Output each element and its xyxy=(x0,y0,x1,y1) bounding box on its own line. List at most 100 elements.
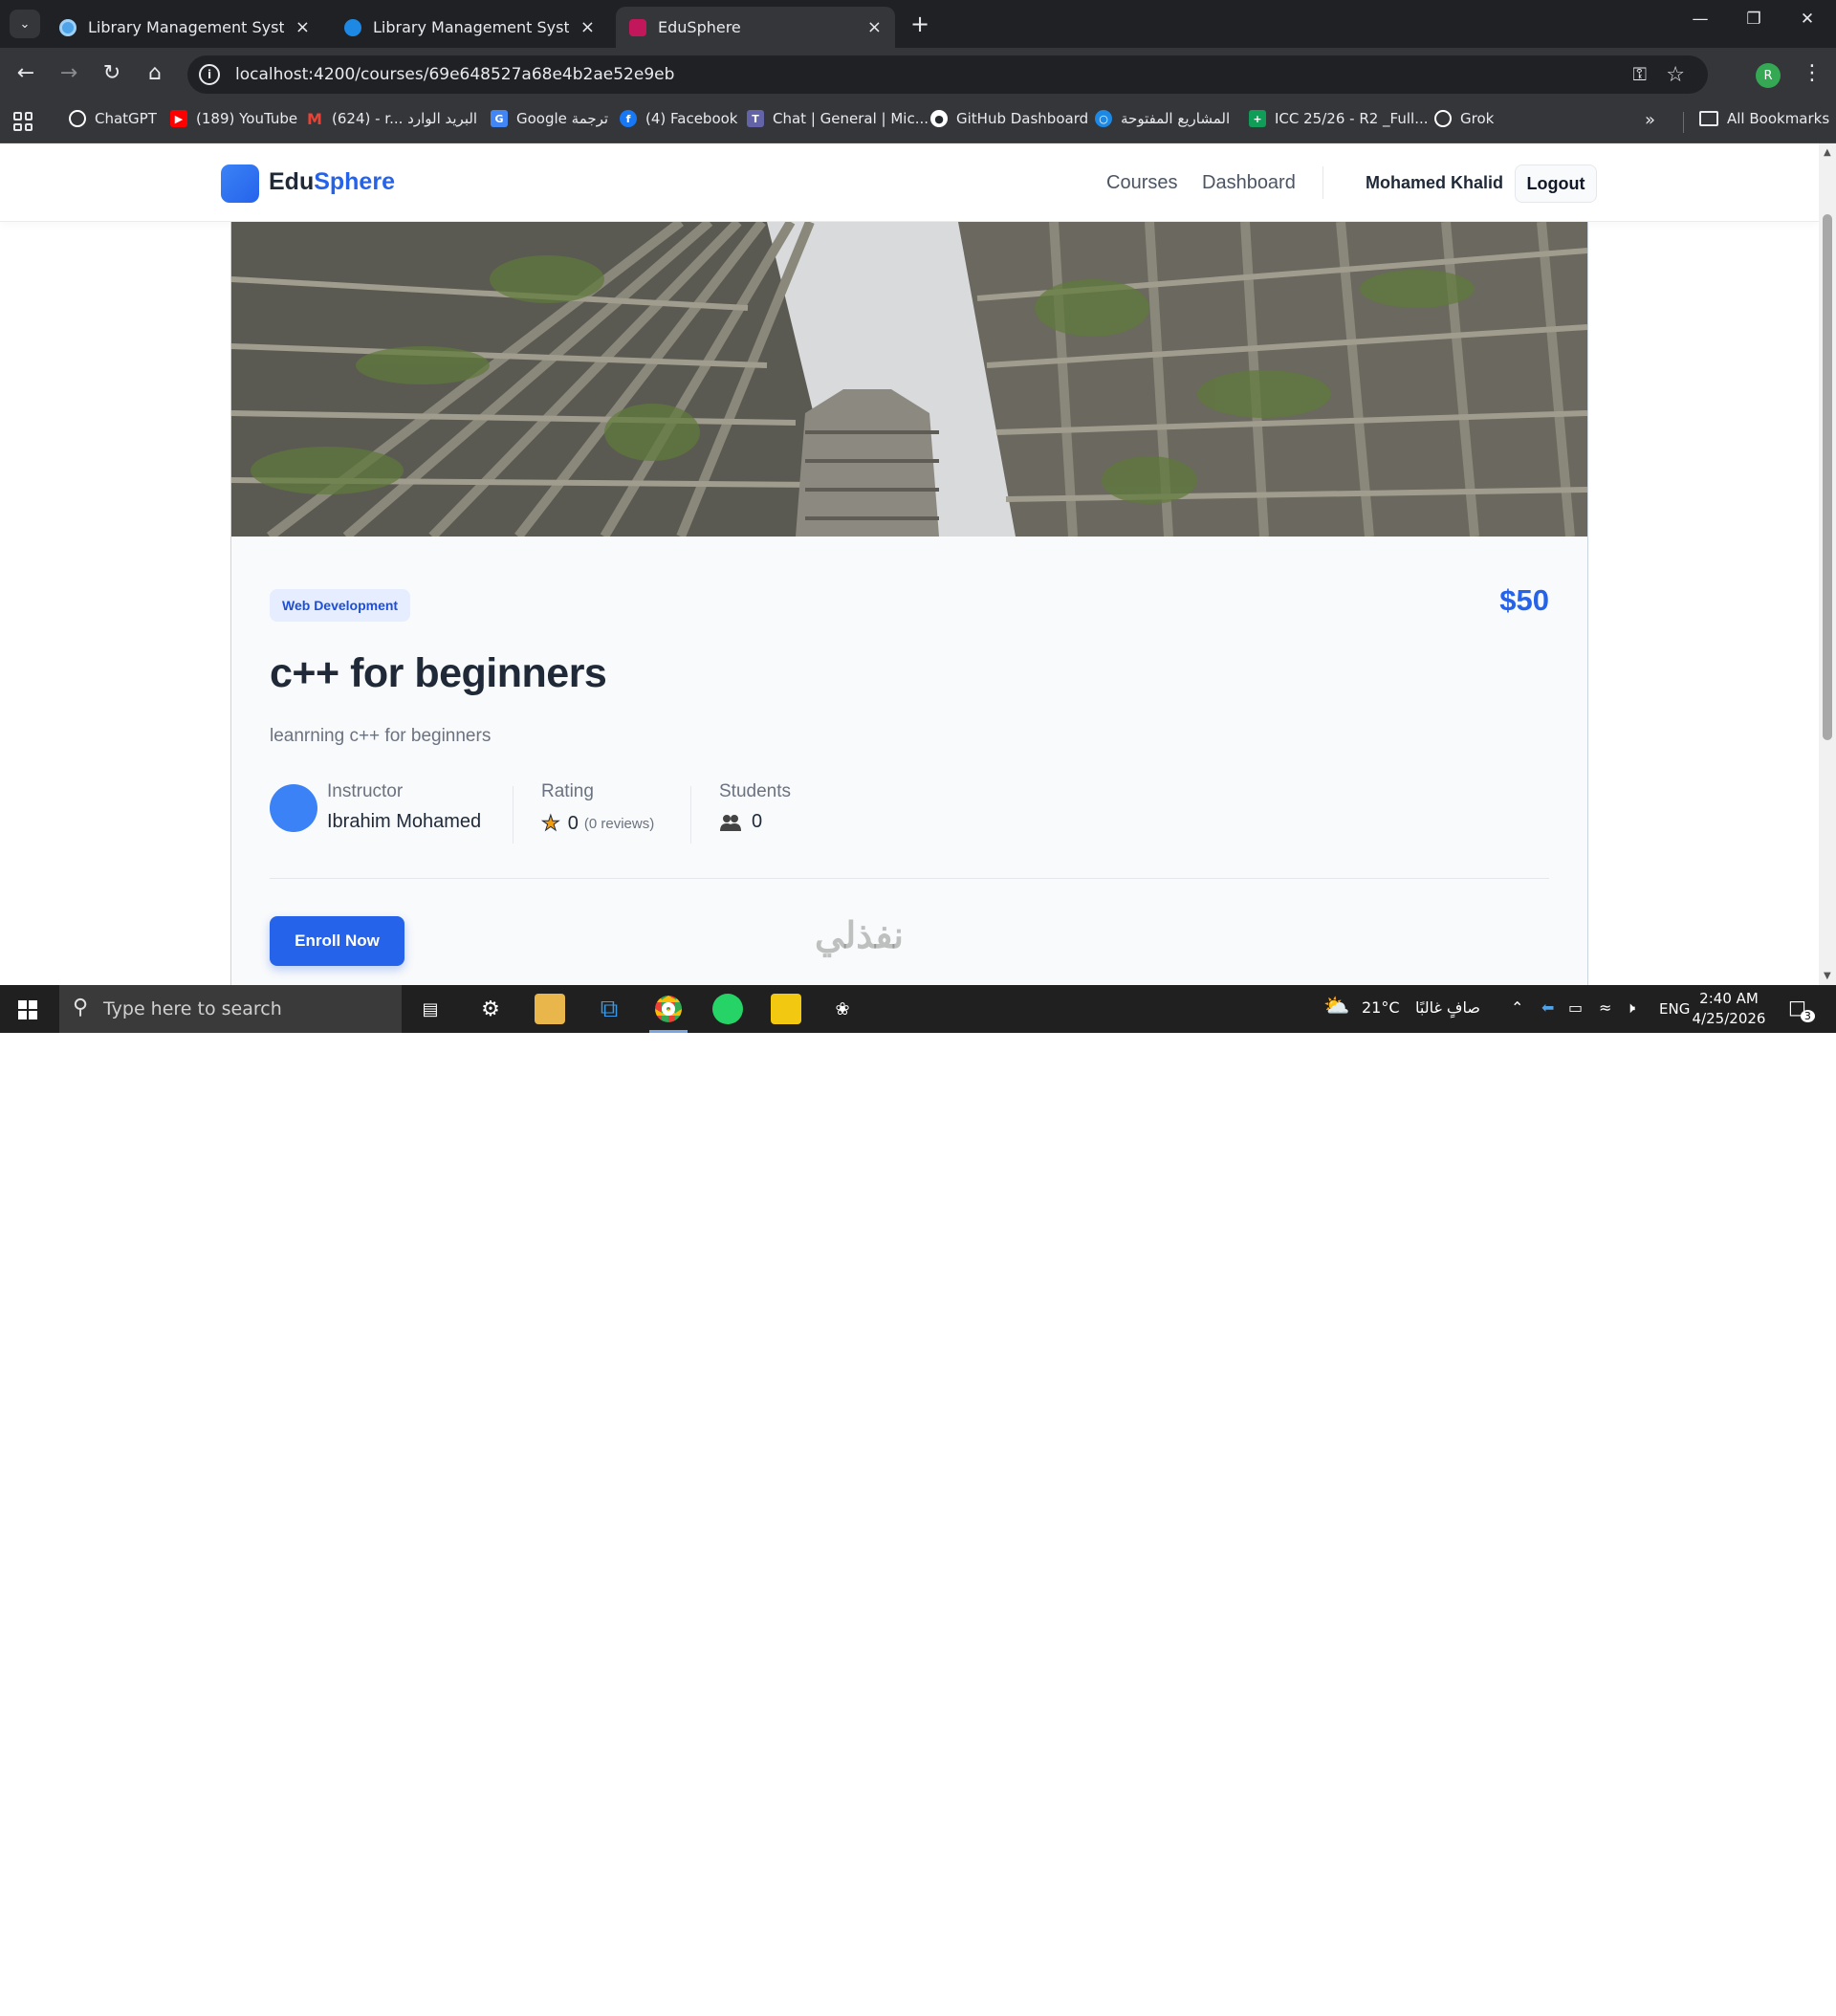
wifi-icon[interactable]: ≈ xyxy=(1599,998,1611,1017)
chatgpt-icon xyxy=(69,110,86,127)
bookmark-label: (624) - r... البريد الوارد xyxy=(332,110,478,127)
rating-row: ★ 0 (0 reviews) xyxy=(541,811,655,836)
bookmark-teams[interactable]: T Chat | General | Mic... xyxy=(747,110,929,127)
rating-info: Rating ★ 0 (0 reviews) xyxy=(541,781,685,848)
tab-library-2[interactable]: Library Management System | ... × xyxy=(331,7,608,48)
header-divider xyxy=(1322,166,1323,199)
course-title: c++ for beginners xyxy=(270,650,607,696)
bookmark-gmail[interactable]: M (624) - r... البريد الوارد xyxy=(306,110,478,128)
bookmark-label: ChatGPT xyxy=(95,110,157,127)
watermark-latin: nafezly.com xyxy=(824,1976,1019,2015)
scroll-down-icon[interactable]: ▼ xyxy=(1824,971,1831,981)
bookmark-projects[interactable]: ○ المشاريع المفتوحة xyxy=(1095,110,1230,127)
weather-icon[interactable]: ⛅ xyxy=(1323,995,1349,1019)
site-info-icon[interactable]: i xyxy=(199,64,220,85)
sheets-icon: + xyxy=(1249,110,1266,127)
rating-value: 0 xyxy=(567,812,579,834)
tab-edusphere[interactable]: EduSphere × xyxy=(616,7,895,48)
grok-icon xyxy=(1434,110,1452,127)
course-description: leanrning c++ for beginners xyxy=(270,726,492,746)
back-icon[interactable]: ← xyxy=(11,61,40,85)
students-info: Students 0 xyxy=(719,781,834,848)
taskbar-clock[interactable]: 2:40 AM 4/25/2026 xyxy=(1683,989,1775,1029)
tab-library-1[interactable]: Library Management System | ... × xyxy=(46,7,323,48)
taskbar-search[interactable]: ⚲ Type here to search xyxy=(59,985,402,1033)
settings-icon[interactable]: ⚙ xyxy=(475,994,506,1024)
google-translate-icon: G xyxy=(491,110,508,127)
all-bookmarks[interactable]: All Bookmarks xyxy=(1699,110,1829,127)
volume-icon[interactable]: 🕨 xyxy=(1626,998,1635,1018)
bookmarks-bar: ChatGPT ▶ (189) YouTube M (624) - r... الب… xyxy=(0,100,1836,143)
close-tab-icon[interactable]: × xyxy=(295,17,310,37)
apps-grid-icon[interactable] xyxy=(13,112,33,131)
scrollbar-thumb[interactable] xyxy=(1823,214,1832,740)
nav-courses[interactable]: Courses xyxy=(1106,172,1177,194)
weather-temp[interactable]: 21°C xyxy=(1362,998,1400,1017)
bookmark-label: Chat | General | Mic... xyxy=(773,110,929,127)
vscode-icon[interactable]: ⧉ xyxy=(594,994,624,1024)
close-tab-icon[interactable]: × xyxy=(867,17,882,37)
new-tab-button[interactable]: + xyxy=(908,10,931,38)
windows-start-icon[interactable] xyxy=(18,1000,37,1019)
enroll-now-button[interactable]: Enroll Now xyxy=(270,916,404,966)
battery-icon[interactable]: ▭ xyxy=(1568,998,1583,1017)
tab-title: EduSphere xyxy=(658,18,741,36)
brand-part-2: Sphere xyxy=(314,168,395,195)
home-icon[interactable]: ⌂ xyxy=(141,61,169,85)
browser-tab-strip: ⌄ Library Management System | ... × Libr… xyxy=(0,0,1836,48)
url-text[interactable]: localhost:4200/courses/69e648527a68e4b2a… xyxy=(235,65,674,84)
browser-menu-icon[interactable]: ⋮ xyxy=(1802,61,1823,85)
notifications-count: 3 xyxy=(1800,1010,1815,1022)
notifications-icon[interactable]: □3 xyxy=(1788,996,1821,1022)
reload-icon[interactable]: ↻ xyxy=(98,61,126,85)
paw-app-icon[interactable]: ❀ xyxy=(827,994,858,1024)
password-key-icon[interactable]: ⚿ xyxy=(1633,64,1647,85)
bookmark-translate[interactable]: G Google ترجمة xyxy=(491,110,608,127)
forward-icon[interactable]: → xyxy=(55,61,83,85)
facebook-icon: f xyxy=(620,110,637,127)
scroll-up-icon[interactable]: ▲ xyxy=(1824,147,1831,158)
close-tab-icon[interactable]: × xyxy=(580,17,595,37)
instructor-label: Instructor xyxy=(327,781,404,801)
whatsapp-icon[interactable] xyxy=(712,994,743,1024)
close-window-icon[interactable]: ✕ xyxy=(1788,10,1826,29)
bookmark-star-icon[interactable]: ☆ xyxy=(1666,63,1685,87)
profile-avatar[interactable]: R xyxy=(1756,63,1781,88)
bookmark-sheets[interactable]: + ICC 25/26 - R2 _Full... xyxy=(1249,110,1429,127)
tab-search-button[interactable]: ⌄ xyxy=(10,10,40,38)
more-bookmarks-icon[interactable]: » xyxy=(1645,110,1655,130)
show-hidden-icons[interactable]: ⌃ xyxy=(1511,998,1523,1017)
course-hero-image xyxy=(231,222,1587,537)
bookmark-label: Google ترجمة xyxy=(516,110,609,127)
brand-name[interactable]: EduSphere xyxy=(269,168,395,196)
clock-date: 4/25/2026 xyxy=(1692,1010,1766,1027)
bookmark-github[interactable]: ● GitHub Dashboard xyxy=(930,110,1088,127)
logo-icon[interactable] xyxy=(221,164,259,203)
bookmark-grok[interactable]: Grok xyxy=(1434,110,1494,127)
weather-text[interactable]: صافٍ غالبًا xyxy=(1415,998,1480,1017)
bookmark-label: (4) Facebook xyxy=(645,110,738,127)
students-value: 0 xyxy=(752,811,763,832)
category-badge: Web Development xyxy=(270,589,411,622)
address-bar[interactable]: i localhost:4200/courses/69e648527a68e4b… xyxy=(187,55,1708,94)
tab-title: Library Management System | ... xyxy=(88,18,284,36)
restore-icon[interactable]: ❐ xyxy=(1735,10,1773,29)
course-card: Web Development $50 c++ for beginners le… xyxy=(230,222,1588,985)
bluetooth-icon[interactable]: ⬅ xyxy=(1541,998,1554,1017)
bookmark-label: All Bookmarks xyxy=(1727,110,1830,127)
nav-dashboard[interactable]: Dashboard xyxy=(1202,172,1296,194)
bookmark-chatgpt[interactable]: ChatGPT xyxy=(69,110,157,127)
file-explorer-icon[interactable] xyxy=(535,994,565,1024)
page-scrollbar[interactable]: ▲ ▼ xyxy=(1819,143,1836,985)
bookmark-facebook[interactable]: f (4) Facebook xyxy=(620,110,738,127)
bookmark-label: GitHub Dashboard xyxy=(956,110,1089,127)
powerbi-icon[interactable] xyxy=(771,994,801,1024)
logout-button[interactable]: Logout xyxy=(1515,164,1597,203)
youtube-icon: ▶ xyxy=(170,110,187,127)
task-view-icon[interactable]: ▤ xyxy=(415,994,446,1024)
minimize-icon[interactable]: — xyxy=(1681,10,1719,29)
tab-title: Library Management System | ... xyxy=(373,18,569,36)
bookmark-youtube[interactable]: ▶ (189) YouTube xyxy=(170,110,297,127)
chrome-icon[interactable] xyxy=(653,994,684,1024)
tab-favicon-icon xyxy=(344,18,361,36)
